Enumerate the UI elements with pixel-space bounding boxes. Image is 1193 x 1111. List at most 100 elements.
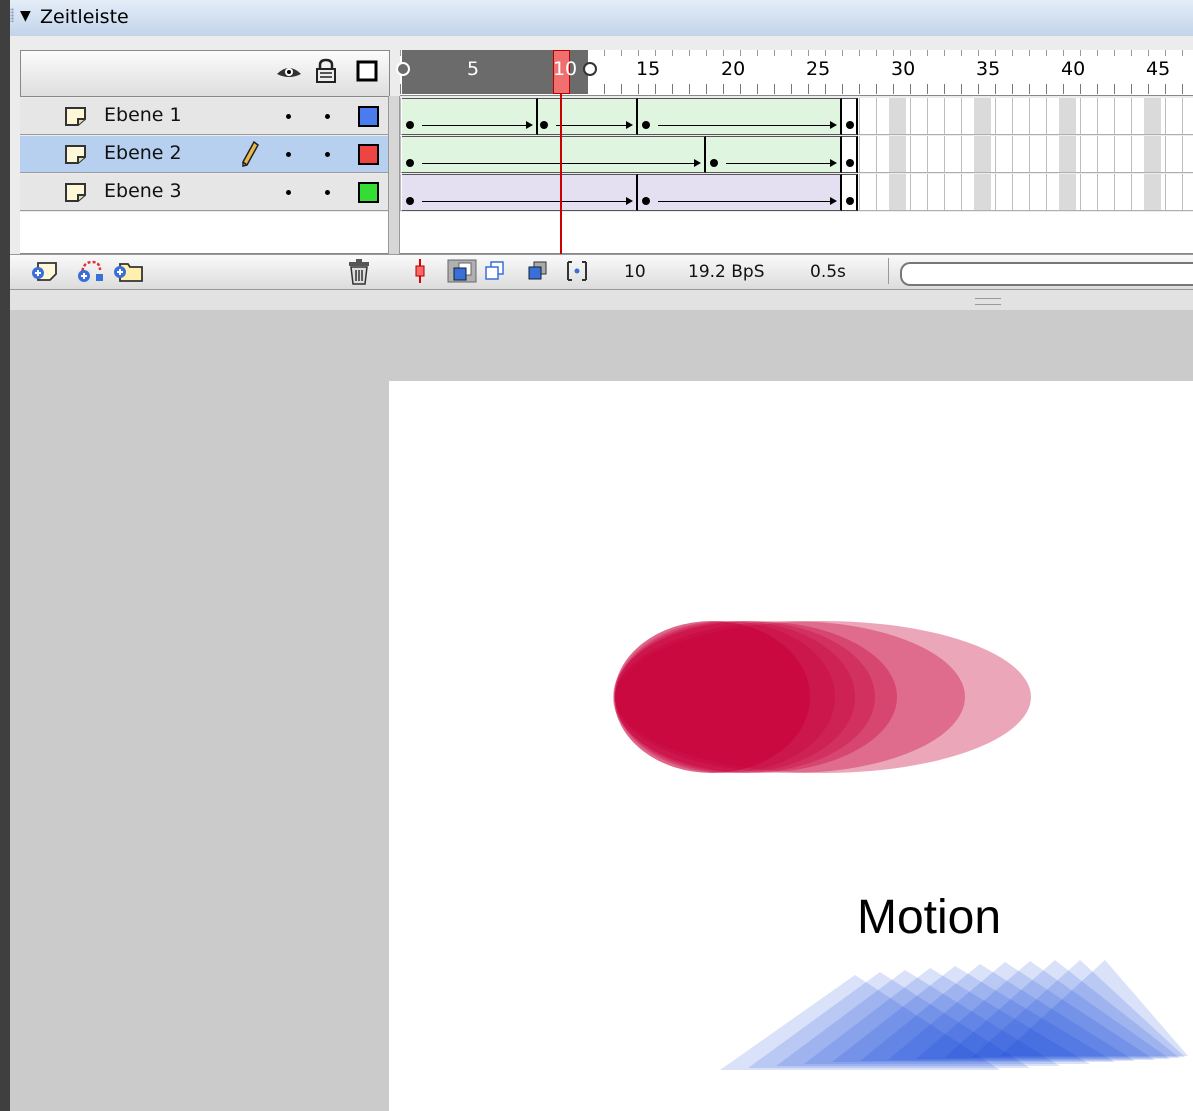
tween-arrow-head [626,121,633,129]
frame-marker-column [974,98,991,134]
ruler-label: 30 [891,58,916,80]
keyframe-dot[interactable] [846,159,854,167]
tween-arrow-head [526,121,533,129]
motion-tween[interactable] [402,136,706,173]
pencil-icon [242,140,259,167]
keyframe-dot[interactable] [710,159,718,167]
frames-row-ebene-3[interactable] [400,174,1193,211]
layer-row-ebene-1[interactable]: Ebene 1 [20,98,390,135]
outline-color-swatch[interactable] [358,144,379,165]
layer-row-ebene-2[interactable]: Ebene 2 [20,136,390,173]
tween-arrow-head [830,121,837,129]
modify-onion-markers-icon[interactable] [565,259,589,283]
ruler-label: 25 [806,58,831,80]
keyframe-dot[interactable] [406,197,414,205]
playhead-line [560,94,562,254]
visibility-dot[interactable] [286,152,291,157]
visibility-dot[interactable] [286,114,291,119]
visibility-dot[interactable] [286,190,291,195]
trash-icon[interactable] [346,258,372,286]
layer-icon [65,145,86,164]
end-keyframe[interactable] [842,136,858,173]
end-keyframe[interactable] [842,174,858,211]
keyframe-dot[interactable] [846,197,854,205]
outline-color-swatch[interactable] [358,106,379,127]
tween-arrow [658,201,830,202]
onion-skinned-triangle[interactable] [715,955,1190,1080]
keyframe-dot[interactable] [642,197,650,205]
tween-arrow-head [830,159,837,167]
keyframe-dot[interactable] [540,121,548,129]
lock-icon[interactable] [315,58,337,84]
insert-folder-icon[interactable] [112,258,144,284]
tween-arrow [556,125,626,126]
onion-end-marker[interactable] [583,62,597,76]
panel-title-bar[interactable] [0,0,1193,37]
ruler-label: 20 [721,58,746,80]
tween-arrow [422,201,626,202]
elapsed-time-readout: 0.5s [810,262,846,282]
layer-name: Ebene 1 [104,104,182,126]
keyframe-dot[interactable] [406,159,414,167]
layer-name: Ebene 3 [104,180,182,202]
triangle-down-icon[interactable]: ▼ [20,8,31,24]
end-keyframe[interactable] [842,98,858,135]
tween-arrow-head [626,197,633,205]
motion-tween[interactable] [706,136,842,173]
frame-marker-column [1059,98,1076,134]
lock-dot[interactable] [325,190,330,195]
stage-text-motion[interactable]: Motion [857,890,1001,945]
frame-marker-column [1144,174,1161,210]
onion-skinned-ellipse[interactable] [600,610,1040,790]
ruler-label: 5 [467,58,480,80]
frames-empty-area [400,212,1193,254]
motion-tween[interactable] [638,98,842,135]
tween-arrow-head [830,197,837,205]
frame-marker-column [889,174,906,210]
frames-row-ebene-1[interactable] [400,98,1193,135]
onion-outlines-icon[interactable] [482,259,508,283]
resize-grip-icon[interactable] [975,298,1001,305]
layer-row-ebene-3[interactable]: Ebene 3 [20,174,390,211]
ruler-label: 15 [636,58,661,80]
layer-icon [65,183,86,202]
tween-arrow [726,163,830,164]
frame-marker-column [889,136,906,172]
shape-tween[interactable] [402,174,638,211]
center-frame-icon[interactable] [412,258,428,284]
lock-dot[interactable] [325,152,330,157]
onion-start-marker[interactable] [396,62,410,76]
ruler-label: 0 [565,58,578,80]
shape-tween[interactable] [638,174,842,211]
keyframe-dot[interactable] [406,121,414,129]
frame-marker-column [974,136,991,172]
keyframe-dot[interactable] [846,121,854,129]
layer-name: Ebene 2 [104,142,182,164]
tween-arrow [422,163,694,164]
frame-marker-column [974,174,991,210]
frame-marker-column [1144,136,1161,172]
scrollbar-thumb[interactable] [900,262,1193,286]
tween-arrow [658,125,830,126]
eye-icon[interactable] [276,62,302,82]
keyframe-dot[interactable] [642,121,650,129]
window-edge [0,0,10,1111]
outline-icon[interactable] [356,60,378,82]
ruler-label: 35 [976,58,1001,80]
layer-list-empty-area [20,212,390,254]
frame-marker-column [889,98,906,134]
motion-tween[interactable] [402,98,538,135]
tween-arrow-head [694,159,701,167]
onion-skin-icon[interactable] [447,259,477,283]
insert-layer-icon[interactable] [30,258,60,284]
frames-row-ebene-2[interactable] [400,136,1193,173]
lock-dot[interactable] [325,114,330,119]
layer-frame-divider[interactable] [388,96,400,256]
edit-multiple-frames-icon[interactable] [525,259,551,283]
add-motion-guide-icon[interactable] [76,256,106,284]
outline-color-swatch[interactable] [358,182,379,203]
frame-rate-readout[interactable]: 19.2 BpS [688,262,765,282]
motion-tween[interactable] [538,98,638,135]
panel-resize-divider[interactable] [0,290,1193,311]
frame-marker-column [1144,98,1161,134]
